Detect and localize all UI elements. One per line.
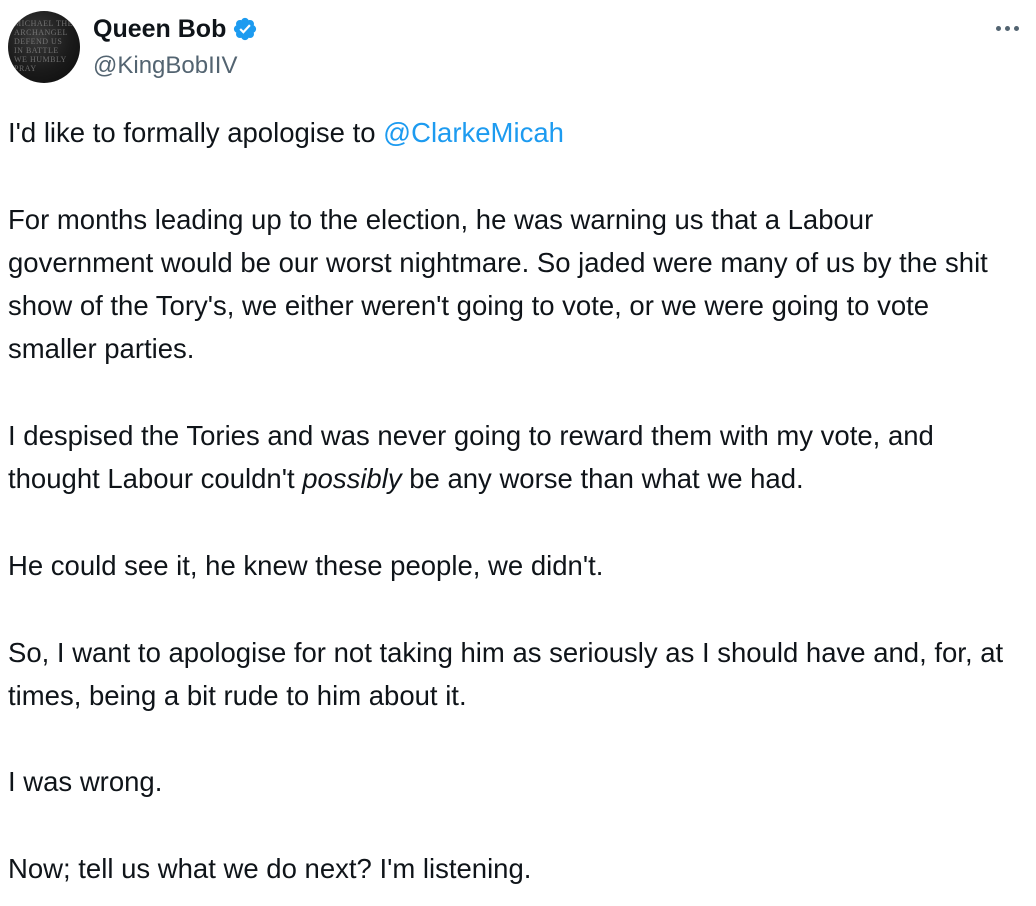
tweet-paragraph: He could see it, he knew these people, w… — [8, 549, 604, 581]
display-name[interactable]: Queen Bob — [93, 15, 226, 44]
name-row: Queen Bob — [93, 12, 258, 46]
emphasis-text: possibly — [302, 463, 402, 495]
text-segment: I'd like to formally apologise to — [8, 117, 384, 148]
tweet-paragraph: I'd like to formally apologise to @Clark… — [8, 111, 1018, 154]
verified-badge-icon — [234, 17, 257, 41]
mention-link[interactable]: @ClarkeMicah — [383, 117, 564, 148]
tweet-paragraph: So, I want to apologise for not taking h… — [8, 636, 1011, 711]
dot — [996, 26, 1001, 31]
tweet-card: MICHAEL THE ARCHANGEL DEFEND US IN BATTL… — [0, 0, 1036, 906]
tweet-paragraph: I despised the Tories and was never goin… — [8, 414, 1018, 501]
tweet-header: Queen Bob @KingBobIIV — [93, 12, 258, 80]
text-segment: be any worse than what we had. — [401, 463, 804, 495]
dot — [1014, 26, 1019, 31]
tweet-text: I'd like to formally apologise to @Clark… — [8, 111, 1018, 890]
tweet-paragraph: Now; tell us what we do next? I'm listen… — [8, 853, 532, 885]
user-handle[interactable]: @KingBobIIV — [93, 52, 258, 80]
avatar[interactable]: MICHAEL THE ARCHANGEL DEFEND US IN BATTL… — [8, 11, 80, 83]
tweet-paragraph: For months leading up to the election, h… — [8, 203, 996, 365]
avatar-text: MICHAEL THE ARCHANGEL DEFEND US IN BATTL… — [14, 19, 74, 73]
more-horizontal-icon[interactable] — [996, 18, 1026, 38]
dot — [1005, 26, 1010, 31]
tweet-paragraph: I was wrong. — [8, 766, 163, 798]
